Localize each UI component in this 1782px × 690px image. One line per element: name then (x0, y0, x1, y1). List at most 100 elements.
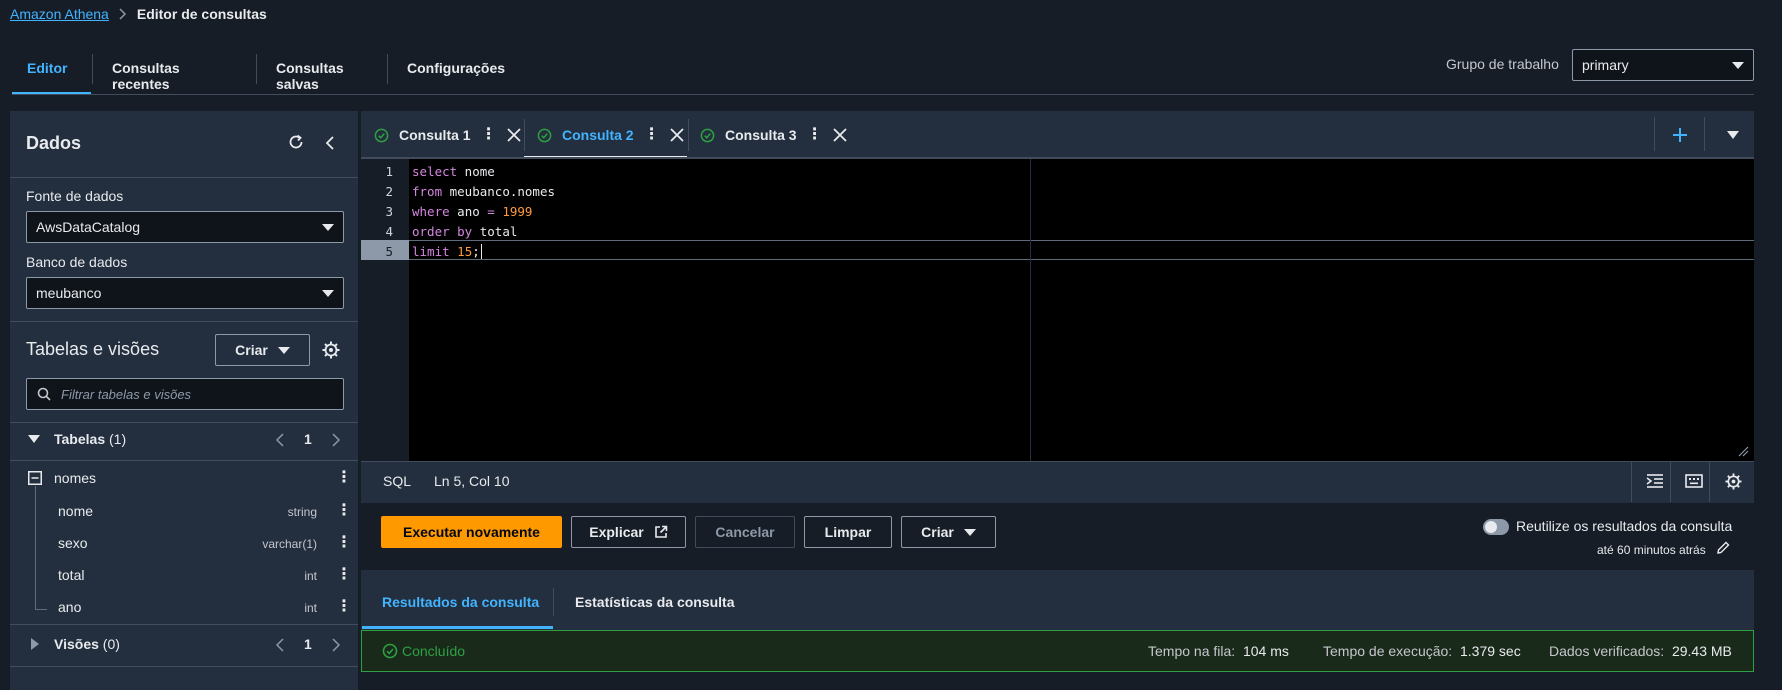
code-token: limit (412, 244, 450, 259)
code-line[interactable]: from meubanco.nomes (412, 182, 555, 202)
column-item[interactable]: nome (58, 503, 93, 519)
workgroup-select[interactable]: primary (1572, 49, 1754, 81)
line-number: 1 (385, 164, 393, 179)
more-options-icon[interactable]: ⋮ (644, 127, 660, 143)
active-line-highlight (409, 240, 1754, 260)
workgroup-value: primary (1582, 57, 1629, 73)
collapse-box-icon[interactable] (28, 471, 42, 485)
tables-section-header[interactable]: Tabelas (1) (54, 431, 126, 447)
line-number: 2 (385, 184, 393, 199)
tabs-menu-icon[interactable] (1727, 131, 1739, 139)
external-link-icon (654, 525, 668, 539)
more-options-icon[interactable]: ⋮ (336, 503, 352, 519)
tab-query-results[interactable]: Resultados da consulta (382, 594, 539, 610)
prev-page-icon[interactable] (276, 433, 284, 447)
column-item[interactable]: total (58, 567, 84, 583)
tab-editor[interactable]: Editor (0, 46, 92, 95)
more-options-icon[interactable]: ⋮ (481, 127, 497, 143)
line-number: 5 (385, 244, 393, 259)
query-tab-label: Consulta 2 (562, 127, 634, 143)
panel-divider (10, 321, 358, 322)
column-item[interactable]: ano (58, 599, 81, 615)
tab-recent-queries[interactable]: Consultas recentes (92, 46, 256, 95)
tables-count: (1) (109, 431, 127, 447)
create-button[interactable]: Criar (901, 516, 996, 548)
breadcrumb: Amazon Athena Editor de consultas (10, 6, 267, 22)
data-scanned-label: Dados verificados: (1549, 643, 1665, 659)
create-table-label: Criar (235, 342, 268, 358)
format-indent-icon[interactable] (1646, 473, 1664, 489)
data-scanned-value: 29.43 MB (1671, 643, 1732, 659)
query-tab-2[interactable]: Consulta 2 ⋮ (537, 111, 684, 159)
check-circle-icon (700, 128, 715, 143)
run-again-button[interactable]: Executar novamente (381, 516, 562, 548)
edit-pencil-icon[interactable] (1716, 541, 1730, 555)
resize-handle-icon[interactable] (1735, 443, 1749, 457)
filter-tables-input[interactable]: Filtrar tabelas e visões (26, 378, 344, 410)
execution-time-label: Tempo de execução: (1323, 643, 1453, 659)
tab-query-stats[interactable]: Estatísticas da consulta (575, 594, 735, 610)
clear-button[interactable]: Limpar (804, 516, 892, 548)
tab-separator (524, 119, 525, 151)
reuse-results-toggle[interactable] (1483, 519, 1509, 535)
tab-separator (553, 588, 554, 616)
more-options-icon[interactable]: ⋮ (336, 599, 352, 615)
collapse-panel-icon[interactable] (325, 135, 335, 151)
status-separator (1709, 462, 1710, 502)
caret-collapsed-icon[interactable] (30, 638, 39, 650)
close-icon[interactable] (669, 128, 684, 142)
query-tab-1[interactable]: Consulta 1 ⋮ (374, 111, 521, 159)
more-options-icon[interactable]: ⋮ (336, 470, 352, 486)
next-page-icon[interactable] (332, 638, 340, 652)
code-token: meubanco.nomes (442, 184, 555, 199)
gear-icon[interactable] (1725, 473, 1742, 490)
explain-label: Explicar (589, 524, 644, 540)
more-options-icon[interactable]: ⋮ (336, 567, 352, 583)
line-number: 3 (385, 204, 393, 219)
code-line[interactable]: limit 15;​ (412, 242, 555, 262)
caret-down-icon (322, 289, 334, 297)
reuse-results-sublabel: até 60 minutos atrás (1597, 543, 1706, 557)
tab-separator (688, 119, 689, 151)
keyboard-icon[interactable] (1685, 473, 1703, 489)
column-item[interactable]: sexo (58, 535, 88, 551)
refresh-icon[interactable] (287, 133, 305, 151)
gear-icon[interactable] (322, 341, 340, 359)
code-line[interactable]: order by total (412, 222, 555, 242)
column-type: int (304, 601, 317, 615)
code-lines[interactable]: select nome from meubanco.nomes where ano … (412, 162, 555, 262)
tab-settings[interactable]: Configurações (387, 46, 537, 95)
prev-page-icon[interactable] (276, 638, 284, 652)
views-count: (0) (102, 636, 120, 652)
tab-saved-queries[interactable]: Consultas salvas (256, 46, 387, 95)
caret-expanded-icon[interactable] (28, 434, 40, 444)
add-tab-icon[interactable] (1672, 127, 1688, 143)
database-select[interactable]: meubanco (26, 277, 344, 309)
explain-button[interactable]: Explicar (571, 516, 686, 548)
more-options-icon[interactable]: ⋮ (807, 127, 823, 143)
breadcrumb-current: Editor de consultas (136, 6, 267, 22)
database-value: meubanco (36, 285, 102, 301)
table-item-nomes[interactable]: nomes (54, 470, 96, 486)
data-source-select[interactable]: AwsDataCatalog (26, 211, 344, 243)
breadcrumb-root-link[interactable]: Amazon Athena (10, 6, 109, 22)
close-icon[interactable] (832, 128, 847, 142)
next-page-icon[interactable] (332, 433, 340, 447)
code-token: total (472, 224, 518, 239)
query-tab-3[interactable]: Consulta 3 ⋮ (700, 111, 847, 159)
more-options-icon[interactable]: ⋮ (336, 535, 352, 551)
code-line[interactable]: where ano = 1999 (412, 202, 555, 222)
print-margin (1030, 159, 1031, 461)
line-number: 4 (385, 224, 393, 239)
sql-editor[interactable] (361, 159, 1754, 461)
create-table-button[interactable]: Criar (215, 334, 310, 366)
filter-placeholder: Filtrar tabelas e visões (61, 386, 192, 402)
cursor-position: Ln 5, Col 10 (434, 473, 510, 489)
code-line[interactable]: select nome (412, 162, 555, 182)
views-section-header[interactable]: Visões (0) (54, 636, 120, 652)
column-type: varchar(1) (262, 537, 317, 551)
close-icon[interactable] (506, 128, 521, 142)
chevron-right-icon (119, 8, 127, 20)
views-label: Visões (54, 636, 99, 652)
code-token: = (487, 204, 495, 219)
